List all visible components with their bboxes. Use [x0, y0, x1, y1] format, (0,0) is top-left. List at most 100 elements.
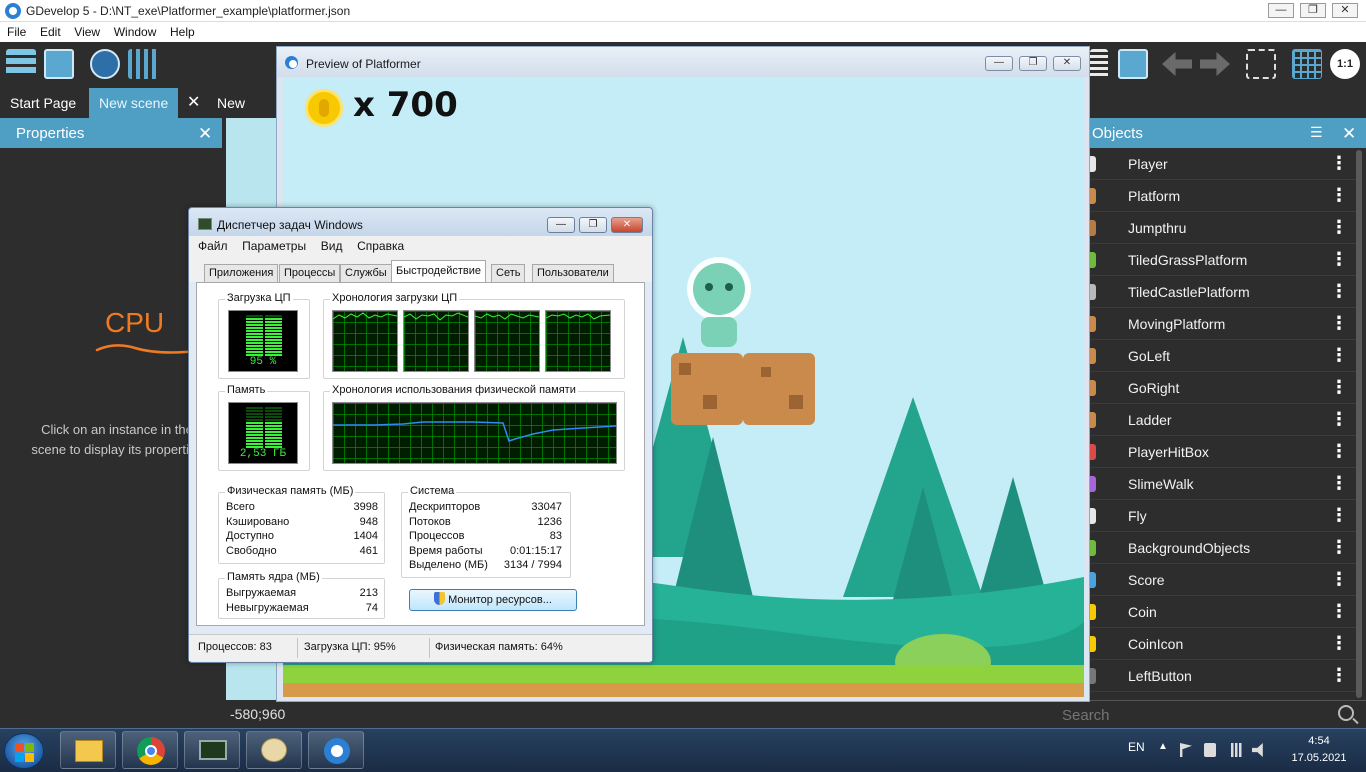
object-menu-icon[interactable]: ⋮ [1330, 153, 1348, 173]
object-item[interactable]: SlimeWalk ⋮ [1088, 468, 1356, 500]
object-menu-icon[interactable]: ⋮ [1330, 665, 1348, 685]
meter-segment [265, 419, 282, 421]
tab-start-page[interactable]: Start Page [0, 88, 86, 118]
object-menu-icon[interactable]: ⋮ [1330, 345, 1348, 365]
objects-scrollbar[interactable] [1356, 150, 1362, 698]
tray-expand-icon[interactable]: ▲ [1158, 741, 1170, 755]
taskbar-explorer-icon[interactable] [60, 731, 116, 769]
menu-window[interactable]: Window [107, 22, 157, 39]
tm-menu-file[interactable]: Файл [189, 236, 228, 253]
object-menu-icon[interactable]: ⋮ [1330, 633, 1348, 653]
tray-date[interactable]: 17.05.2021 [1282, 752, 1356, 764]
menu-view[interactable]: View [67, 22, 100, 39]
object-menu-icon[interactable]: ⋮ [1330, 569, 1348, 589]
tm-menu-view[interactable]: Вид [312, 236, 343, 253]
object-menu-icon[interactable]: ⋮ [1330, 377, 1348, 397]
taskmgr-close-button[interactable]: ✕ [611, 217, 643, 233]
search-icon[interactable] [1338, 705, 1354, 721]
object-item[interactable]: GoLeft ⋮ [1088, 340, 1356, 372]
object-menu-icon[interactable]: ⋮ [1330, 249, 1348, 269]
stat-value: 83 [549, 530, 562, 543]
scene-icon[interactable] [44, 49, 74, 79]
preview-close-button[interactable]: ✕ [1053, 56, 1081, 71]
instances-icon[interactable] [1118, 49, 1148, 79]
object-item[interactable]: GoRight ⋮ [1088, 372, 1356, 404]
tm-menu-help[interactable]: Справка [348, 236, 404, 253]
search-input[interactable] [1062, 705, 1322, 725]
object-item[interactable]: MovingPlatform ⋮ [1088, 308, 1356, 340]
object-item[interactable]: TiledCastlePlatform ⋮ [1088, 276, 1356, 308]
object-item[interactable]: CoinIcon ⋮ [1088, 628, 1356, 660]
volume-icon[interactable] [1252, 743, 1263, 757]
maximize-button[interactable]: ❐ [1300, 3, 1326, 18]
action-center-flag-icon[interactable] [1180, 743, 1192, 757]
object-item[interactable]: Platform ⋮ [1088, 180, 1356, 212]
object-item[interactable]: Score ⋮ [1088, 564, 1356, 596]
taskbar-gdevelop-icon[interactable] [308, 731, 364, 769]
close-properties-icon[interactable]: ✕ [198, 124, 212, 144]
minimize-button[interactable]: — [1268, 3, 1294, 18]
windows-logo-icon [25, 753, 34, 762]
object-menu-icon[interactable]: ⋮ [1330, 537, 1348, 557]
task-manager-icon [198, 218, 212, 230]
preview-maximize-button[interactable]: ❐ [1019, 56, 1047, 71]
tab-processes[interactable]: Процессы [279, 264, 341, 282]
taskmgr-maximize-button[interactable]: ❐ [579, 217, 607, 233]
stat-label: Выделено (МБ) [409, 559, 488, 572]
grid-icon[interactable] [1292, 49, 1322, 79]
taskbar-chrome-icon[interactable] [122, 731, 178, 769]
resource-monitor-button[interactable]: Монитор ресурсов... [409, 589, 577, 611]
object-menu-icon[interactable]: ⋮ [1330, 281, 1348, 301]
tab-users[interactable]: Пользователи [532, 264, 614, 282]
tab-new-scene[interactable]: New scene [207, 88, 280, 141]
system-group: Система Дескрипторов 33047 Потоков 1236 Проц… [401, 485, 571, 578]
menu-edit[interactable]: Edit [33, 22, 61, 39]
selection-tool-icon[interactable] [1246, 49, 1276, 79]
tab-performance[interactable]: Быстродействие [391, 260, 486, 282]
start-button[interactable] [4, 733, 44, 769]
menu-help[interactable]: Help [163, 22, 195, 39]
tab-services[interactable]: Службы [340, 264, 392, 282]
object-item[interactable]: Coin ⋮ [1088, 596, 1356, 628]
filter-icon[interactable]: ☰ [1310, 124, 1323, 141]
network-icon[interactable] [1204, 743, 1216, 757]
object-item[interactable]: Jumpthru ⋮ [1088, 212, 1356, 244]
taskmgr-minimize-button[interactable]: — [547, 217, 575, 233]
menu-file[interactable]: File [0, 22, 26, 39]
tab-applications[interactable]: Приложения [204, 264, 279, 282]
project-manager-icon[interactable] [6, 49, 36, 79]
object-item[interactable]: PlayerHitBox ⋮ [1088, 436, 1356, 468]
close-button[interactable]: ✕ [1332, 3, 1358, 18]
tray-time[interactable]: 4:54 [1290, 735, 1348, 747]
taskbar-paint-icon[interactable] [246, 731, 302, 769]
object-item[interactable]: LeftButton ⋮ [1088, 660, 1356, 692]
close-objects-icon[interactable]: ✕ [1342, 124, 1356, 144]
zoom-reset-icon[interactable]: 1:1 [1330, 49, 1360, 79]
object-item[interactable]: BackgroundObjects ⋮ [1088, 532, 1356, 564]
object-item[interactable]: Player ⋮ [1088, 148, 1356, 180]
tm-menu-options[interactable]: Параметры [233, 236, 306, 253]
object-menu-icon[interactable]: ⋮ [1330, 441, 1348, 461]
close-tab-icon[interactable]: ✕ [187, 95, 200, 111]
preview-lightning-icon[interactable] [90, 49, 120, 79]
tab-new-scene-active[interactable]: New scene [89, 88, 179, 118]
object-item[interactable]: Ladder ⋮ [1088, 404, 1356, 436]
object-menu-icon[interactable]: ⋮ [1330, 313, 1348, 333]
object-menu-icon[interactable]: ⋮ [1330, 185, 1348, 205]
undo-icon[interactable] [1162, 52, 1192, 76]
object-menu-icon[interactable]: ⋮ [1330, 217, 1348, 237]
object-item[interactable]: Fly ⋮ [1088, 500, 1356, 532]
object-menu-icon[interactable]: ⋮ [1330, 601, 1348, 621]
object-menu-icon[interactable]: ⋮ [1330, 409, 1348, 429]
debugger-icon[interactable] [128, 49, 158, 79]
preview-minimize-button[interactable]: — [985, 56, 1013, 71]
tab-network[interactable]: Сеть [491, 264, 526, 282]
object-item[interactable]: TiledGrassPlatform ⋮ [1088, 244, 1356, 276]
signal-icon[interactable] [1228, 743, 1244, 757]
object-menu-icon[interactable]: ⋮ [1330, 505, 1348, 525]
object-menu-icon[interactable]: ⋮ [1330, 473, 1348, 493]
tray-language[interactable]: EN [1128, 740, 1145, 754]
taskbar-task-manager-icon[interactable] [184, 731, 240, 769]
layers-list-icon[interactable] [1090, 49, 1108, 79]
redo-icon[interactable] [1200, 52, 1230, 76]
